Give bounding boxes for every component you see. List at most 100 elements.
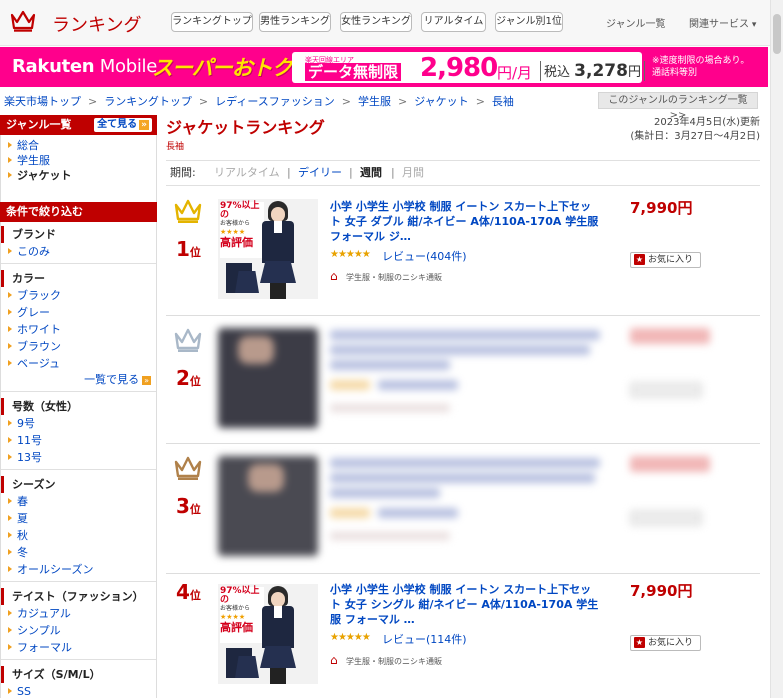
- filter-brand: ブランド このみ: [0, 222, 157, 266]
- breadcrumb-item[interactable]: ランキングトップ: [104, 95, 192, 108]
- product-price: 7,990円: [630, 582, 693, 600]
- filter-item[interactable]: シンプル: [1, 622, 156, 639]
- banner-note: ※速度制限の場合あり。 通話料等別: [652, 56, 750, 78]
- filter-title: カラー: [1, 270, 156, 287]
- rating-stars: ★★★★★: [330, 249, 371, 260]
- related-services-dropdown[interactable]: 関連サービス: [689, 15, 756, 30]
- filter-title: ブランド: [1, 226, 156, 243]
- breadcrumb-item[interactable]: 長袖: [492, 95, 514, 108]
- filter-item[interactable]: 13号: [1, 449, 156, 466]
- filter-item[interactable]: ベージュ: [1, 355, 156, 372]
- ranking-logo-text[interactable]: ランキング: [52, 11, 141, 37]
- filter-item[interactable]: 冬: [1, 544, 156, 561]
- filter-item[interactable]: オールシーズン: [1, 561, 156, 578]
- filter-item[interactable]: SS: [1, 683, 156, 698]
- product-title-link[interactable]: 小学 小学生 小学校 制服 イートン スカート上下セット 女子 シングル 紺/ネ…: [330, 582, 600, 627]
- rank-number: 4位: [176, 580, 201, 604]
- realtime-button[interactable]: リアルタイム: [421, 12, 486, 32]
- genre-list-link[interactable]: ジャンル一覧: [606, 15, 666, 30]
- rank-item-4: 4位 97%以上の お客様から ★★★★ 高評価 小学 小学生 小学校 制服 イー…: [166, 574, 760, 698]
- page-subtitle: 長袖: [166, 142, 185, 152]
- rating-badge: 97%以上の お客様から ★★★★ 高評価: [220, 202, 264, 258]
- sidebar: ジャンル一覧 全て見る 総合 学生服 ジャケット 条件で絞り込む ブランド この…: [0, 115, 157, 698]
- rating-badge: 97%以上の お客様から ★★★★ 高評価: [220, 587, 264, 643]
- banner-data-unlimited: データ無制限: [305, 63, 402, 81]
- vertical-scrollbar[interactable]: [770, 0, 783, 698]
- genre-first-button[interactable]: ジャンル別1位: [495, 12, 563, 32]
- review-link[interactable]: レビュー(114件): [382, 631, 467, 647]
- color-more-link[interactable]: 一覧で見る: [1, 372, 156, 388]
- bronze-crown-icon: [174, 456, 202, 480]
- filter-item[interactable]: このみ: [1, 243, 156, 260]
- rank-item-2: 2位: [166, 316, 760, 444]
- filter-title: テイスト（ファッション）: [1, 588, 156, 605]
- filter-size-sml: サイズ（S/M/L） SS S: [0, 662, 157, 698]
- rating-stars: ★★★★★: [330, 632, 371, 643]
- shop-link[interactable]: 学生服・制服のニシキ通販: [330, 269, 442, 283]
- filter-season: シーズン 春 夏 秋 冬 オールシーズン: [0, 472, 157, 584]
- breadcrumb-item[interactable]: ジャケット: [414, 95, 468, 108]
- period-monthly: 月間: [402, 166, 424, 179]
- genre-ranking-list-button[interactable]: このジャンルのランキング一覧 >>: [598, 92, 758, 121]
- favorite-button[interactable]: お気に入り: [630, 635, 701, 651]
- filter-item[interactable]: カジュアル: [1, 605, 156, 622]
- silver-crown-icon: [174, 328, 202, 352]
- rakuten-mobile-banner[interactable]: Rakuten Mobile スーパーおトク 楽天回線エリア データ無制限 2,…: [0, 47, 768, 87]
- filter-item[interactable]: 11号: [1, 432, 156, 449]
- scrollbar-thumb[interactable]: [773, 14, 781, 54]
- breadcrumb: 楽天市場トップ > ランキングトップ > レディースファッション > 学生服 > ジャケット > 長…: [4, 95, 514, 108]
- rank-number: 1位: [176, 237, 201, 261]
- period-label: 期間:: [170, 166, 196, 179]
- banner-price: 2,980: [420, 53, 498, 83]
- product-image[interactable]: 97%以上の お客様から ★★★★ 高評価: [218, 199, 318, 299]
- filter-item[interactable]: ブラック: [1, 287, 156, 304]
- banner-brand: Rakuten Mobile: [12, 56, 157, 77]
- filter-item[interactable]: ホワイト: [1, 321, 156, 338]
- rank-item-1: 1位 97%以上の お客様から ★★★★ 高評価 小学 小学生 小学校 制服 イー…: [166, 187, 760, 316]
- ranking-top-button[interactable]: ランキングトップ: [171, 12, 253, 32]
- product-image[interactable]: 97%以上の お客様から ★★★★ 高評価: [218, 584, 318, 684]
- show-all-button[interactable]: 全て見る: [94, 118, 152, 132]
- updated-date: 2023年4月5日(水)更新 (集計日：3月27日〜4月2日): [630, 117, 760, 142]
- page-title: ジャケットランキング: [166, 118, 325, 137]
- period-weekly: 週間: [360, 166, 382, 179]
- gold-crown-icon: [174, 199, 202, 223]
- rank-number: 3位: [176, 494, 201, 518]
- banner-headline: スーパーおトク: [152, 56, 293, 80]
- womens-ranking-button[interactable]: 女性ランキング: [340, 12, 412, 32]
- period-realtime: リアルタイム: [214, 166, 280, 179]
- genre-list-header: ジャンル一覧 全て見る: [0, 115, 157, 135]
- shop-link[interactable]: 学生服・制服のニシキ通販: [330, 653, 442, 667]
- mens-ranking-button[interactable]: 男性ランキング: [259, 12, 331, 32]
- filter-item[interactable]: グレー: [1, 304, 156, 321]
- filter-size-women: 号数（女性） 9号 11号 13号: [0, 394, 157, 472]
- banner-per-month: 円/月: [497, 64, 533, 82]
- filter-item[interactable]: 秋: [1, 527, 156, 544]
- filter-item[interactable]: 春: [1, 493, 156, 510]
- filter-item[interactable]: フォーマル: [1, 639, 156, 656]
- genre-link-gakuseifuku[interactable]: 学生服: [7, 153, 156, 168]
- crown-logo-icon[interactable]: [10, 9, 36, 33]
- filter-title: サイズ（S/M/L）: [1, 666, 156, 683]
- filter-taste: テイスト（ファッション） カジュアル シンプル フォーマル: [0, 584, 157, 662]
- period-daily[interactable]: デイリー: [298, 161, 342, 185]
- filter-item[interactable]: 9号: [1, 415, 156, 432]
- filter-item[interactable]: 夏: [1, 510, 156, 527]
- banner-tax-price: 税込 3,278円: [540, 61, 645, 81]
- filter-title: シーズン: [1, 476, 156, 493]
- filter-title: 号数（女性）: [1, 398, 156, 415]
- filter-item[interactable]: ブラウン: [1, 338, 156, 355]
- breadcrumb-item[interactable]: レディースファッション: [215, 95, 335, 108]
- filter-header: 条件で絞り込む: [0, 202, 157, 222]
- breadcrumb-item[interactable]: 学生服: [358, 95, 391, 108]
- rank-item-3: 3位: [166, 444, 760, 574]
- review-link[interactable]: レビュー(404件): [382, 248, 467, 264]
- top-header: ランキング ランキングトップ 男性ランキング 女性ランキング リアルタイム ジャ…: [0, 0, 770, 46]
- period-tabs: 期間: リアルタイム | デイリー | 週間 | 月間: [166, 160, 760, 186]
- product-title-link[interactable]: 小学 小学生 小学校 制服 イートン スカート上下セット 女子 ダブル 紺/ネイ…: [330, 199, 600, 244]
- breadcrumb-item[interactable]: 楽天市場トップ: [4, 95, 81, 108]
- favorite-button[interactable]: お気に入り: [630, 252, 701, 268]
- rank-number: 2位: [176, 366, 201, 390]
- genre-link-sogo[interactable]: 総合: [7, 138, 156, 153]
- genre-link-jacket[interactable]: ジャケット: [7, 168, 156, 183]
